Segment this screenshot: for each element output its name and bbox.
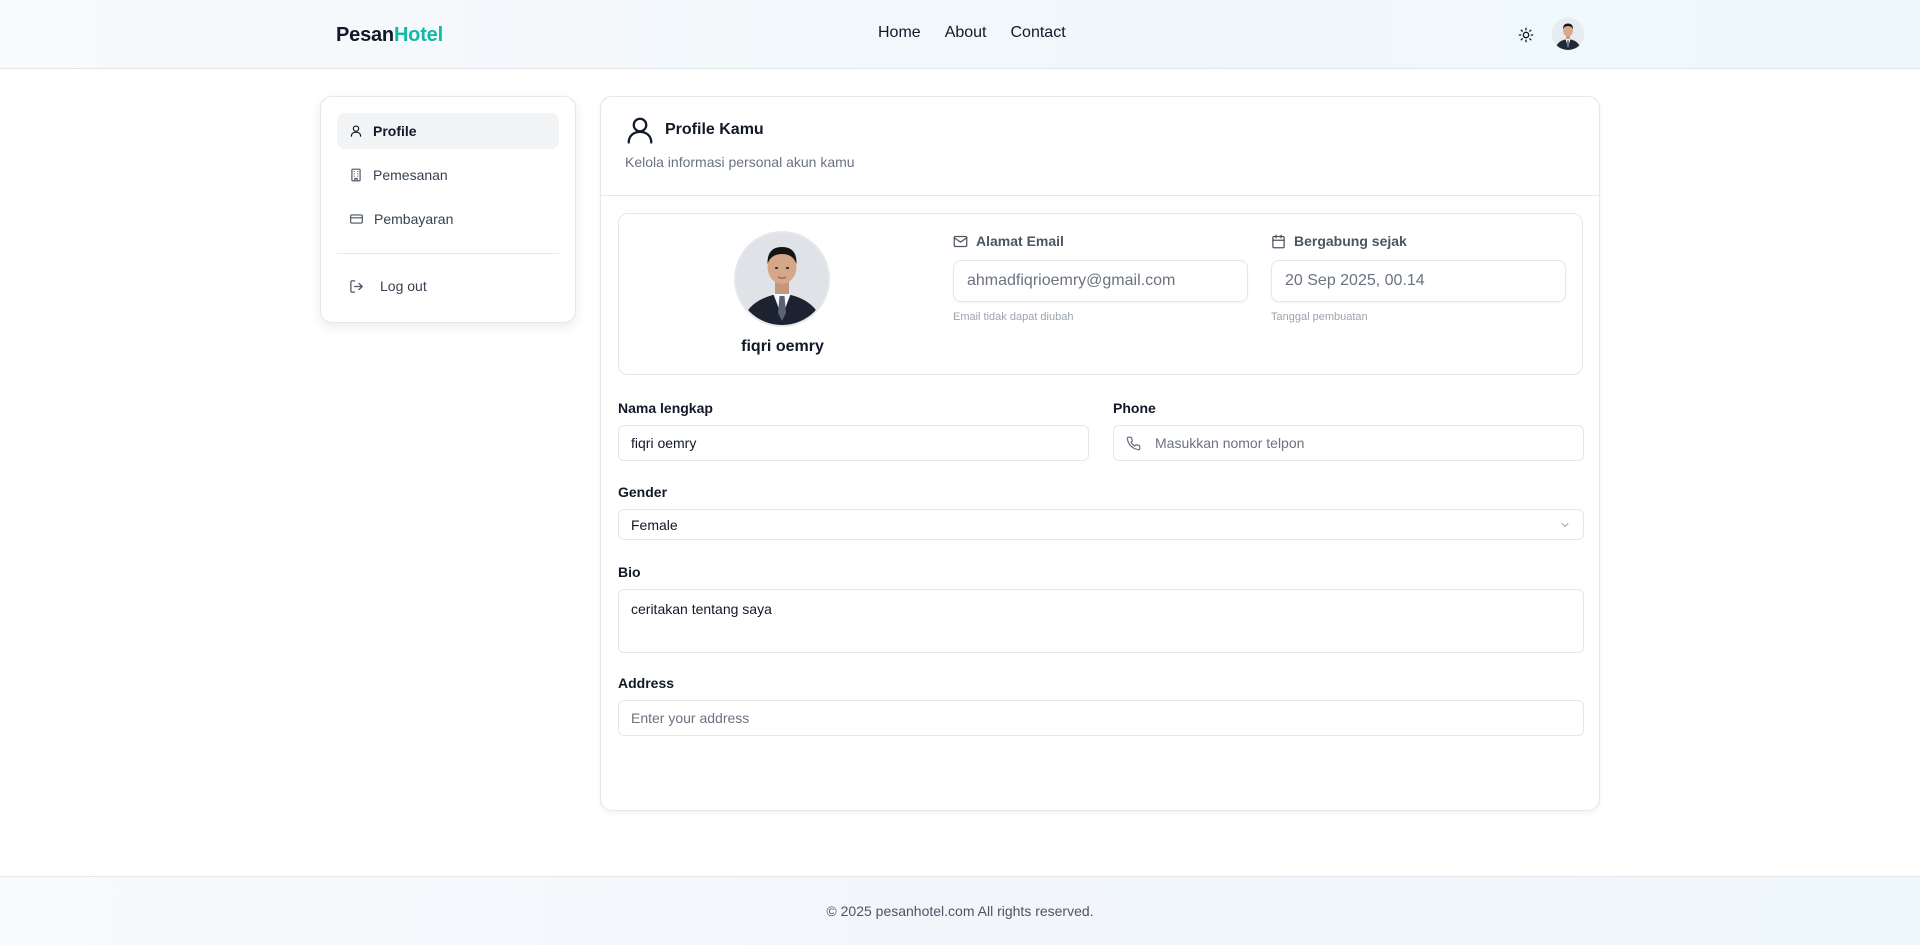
- email-group: Alamat Email ahmadfiqrioemry@gmail.com E…: [953, 231, 1248, 323]
- nav-home-link[interactable]: Home: [878, 24, 921, 42]
- phone-group: Phone Masukkan nomor telpon: [1113, 400, 1584, 461]
- profile-display-name: fiqri oemry: [741, 338, 824, 355]
- brand-name-part2: Hotel: [393, 24, 443, 46]
- phone-placeholder: Masukkan nomor telpon: [1155, 435, 1305, 451]
- brand-logo[interactable]: PesanHotel: [336, 24, 443, 47]
- email-field: ahmadfiqrioemry@gmail.com: [953, 260, 1248, 302]
- building-icon: [351, 168, 361, 182]
- profile-photo[interactable]: [734, 231, 830, 327]
- gender-group: Gender Female: [618, 484, 1584, 540]
- sidebar-item-profile[interactable]: Profile: [337, 113, 559, 149]
- sidebar-item-label: Profile: [373, 123, 417, 139]
- account-info-panel: fiqri oemry Alamat Email ahmadfiqrioemry…: [618, 213, 1583, 375]
- avatar-image: [1552, 18, 1584, 50]
- nav-about-link[interactable]: About: [945, 24, 987, 42]
- logout-button[interactable]: Log out: [337, 268, 559, 304]
- joined-label-text: Bergabung sejak: [1294, 233, 1407, 249]
- calendar-icon: [1272, 234, 1285, 248]
- mail-icon: [953, 235, 968, 247]
- sidebar-item-pemesanan[interactable]: Pemesanan: [337, 157, 559, 193]
- account-sidebar: Profile Pemesanan Pembayaran Log out: [320, 96, 576, 323]
- page-title-text: Profile Kamu: [665, 121, 764, 138]
- joined-label: Bergabung sejak: [1271, 231, 1566, 251]
- bio-label: Bio: [618, 564, 641, 580]
- joined-group: Bergabung sejak 20 Sep 2025, 00.14 Tangg…: [1271, 231, 1566, 323]
- sidebar-item-label: Pembayaran: [374, 211, 454, 227]
- gender-label: Gender: [618, 484, 668, 500]
- top-navbar: PesanHotel Home About Contact: [0, 0, 1920, 69]
- page-subtitle: Kelola informasi personal akun kamu: [625, 154, 855, 170]
- fullname-label: Nama lengkap: [618, 400, 713, 416]
- joined-hint: Tanggal pembuatan: [1271, 311, 1368, 323]
- joined-date-field: 20 Sep 2025, 00.14: [1271, 260, 1566, 302]
- phone-input[interactable]: Masukkan nomor telpon: [1113, 425, 1584, 461]
- user-icon: [350, 125, 362, 137]
- profile-photo-image: [736, 233, 828, 325]
- theme-toggle-button[interactable]: [1515, 24, 1537, 46]
- nav-contact-link[interactable]: Contact: [1011, 24, 1066, 42]
- fullname-input[interactable]: fiqri oemry: [618, 425, 1089, 461]
- email-hint: Email tidak dapat diubah: [953, 311, 1074, 323]
- sidebar-item-label: Pemesanan: [373, 167, 448, 183]
- main-nav: Home About Contact: [878, 24, 1066, 42]
- address-input[interactable]: Enter your address: [618, 700, 1584, 736]
- bio-textarea[interactable]: ceritakan tentang saya: [618, 589, 1584, 653]
- fullname-group: Nama lengkap fiqri oemry: [618, 400, 1089, 461]
- brand-name-part1: Pesan: [336, 24, 394, 46]
- user-avatar[interactable]: [1552, 18, 1584, 50]
- sidebar-divider: [337, 253, 559, 254]
- sun-icon: [1518, 27, 1534, 43]
- profile-card: Profile Kamu Kelola informasi personal a…: [600, 96, 1600, 811]
- footer: © 2025 pesanhotel.com All rights reserve…: [0, 876, 1920, 945]
- phone-label: Phone: [1113, 400, 1156, 416]
- email-label-text: Alamat Email: [976, 233, 1064, 249]
- footer-copyright: © 2025 pesanhotel.com All rights reserve…: [826, 903, 1094, 919]
- logout-label: Log out: [380, 278, 427, 294]
- address-group: Address Enter your address: [618, 675, 1584, 736]
- sidebar-item-pembayaran[interactable]: Pembayaran: [337, 201, 559, 237]
- logout-icon: [350, 279, 363, 293]
- phone-icon: [1126, 436, 1141, 451]
- address-label: Address: [618, 675, 675, 691]
- email-label: Alamat Email: [953, 231, 1248, 251]
- profile-card-header: Profile Kamu Kelola informasi personal a…: [601, 97, 1599, 196]
- chevron-down-icon: [1561, 522, 1569, 527]
- gender-select[interactable]: Female: [618, 509, 1584, 540]
- gender-selected-value: Female: [631, 516, 678, 533]
- bio-group: Bio ceritakan tentang saya: [618, 564, 1584, 653]
- credit-card-icon: [350, 214, 363, 224]
- page-title: Profile Kamu: [625, 115, 764, 145]
- user-icon: [627, 117, 653, 144]
